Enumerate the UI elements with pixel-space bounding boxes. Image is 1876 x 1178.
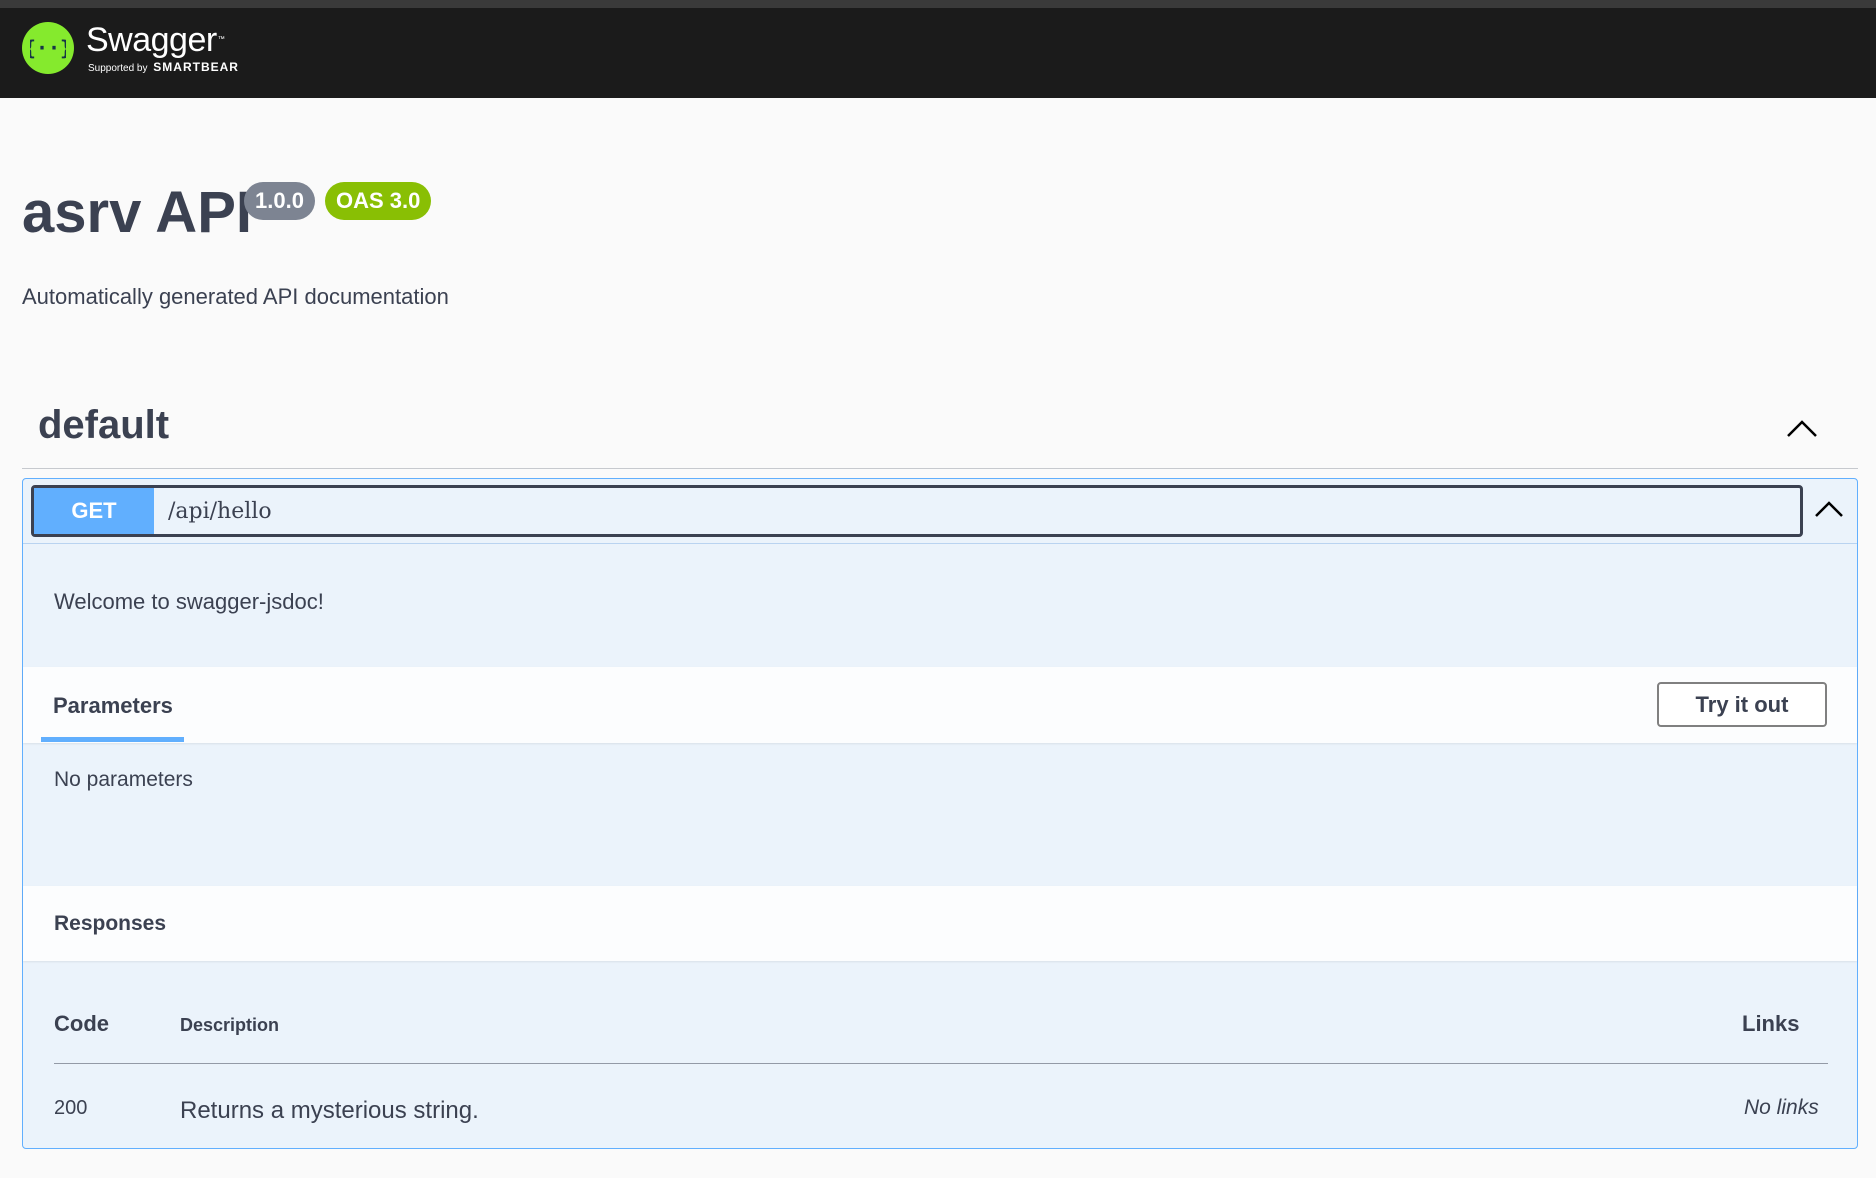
operation-summary[interactable]: GET /api/hello: [31, 485, 1803, 537]
tab-parameters[interactable]: Parameters: [41, 667, 185, 743]
operation-divider: [23, 543, 1857, 544]
tab-underline: [41, 737, 184, 742]
api-description: Automatically generated API documentatio…: [22, 284, 449, 309]
logo-brand: SMARTBEAR: [153, 60, 239, 74]
no-parameters-text: No parameters: [54, 768, 193, 791]
swagger-logo[interactable]: {··} Swagger™ Supported by SMARTBEAR: [22, 22, 239, 76]
swagger-logo-icon: {··}: [22, 22, 74, 74]
chevron-up-icon[interactable]: [1784, 414, 1820, 444]
tag-title[interactable]: default: [38, 403, 169, 448]
version-badge: 1.0.0: [244, 182, 315, 220]
logo-supported-by: Supported by: [88, 63, 148, 74]
topbar: {··} Swagger™ Supported by SMARTBEAR: [0, 0, 1876, 98]
response-code: 200: [54, 1097, 88, 1119]
responses-header: Responses: [23, 886, 1857, 961]
response-links: No links: [1744, 1096, 1819, 1119]
oas-badge: OAS 3.0: [325, 182, 432, 220]
svg-text:{··}: {··}: [30, 36, 66, 60]
chevron-up-icon[interactable]: [1811, 495, 1847, 525]
column-header-code: Code: [54, 1011, 109, 1036]
api-title: asrv API: [22, 180, 252, 245]
method-badge: GET: [34, 488, 154, 534]
operation-path: /api/hello: [168, 498, 272, 524]
tag-divider: [22, 468, 1858, 469]
logo-trademark: ™: [217, 36, 225, 43]
column-header-description: Description: [180, 1015, 280, 1035]
logo-name: Swagger: [86, 21, 217, 59]
parameters-header: Parameters Try it out: [23, 667, 1857, 743]
column-header-links: Links: [1742, 1011, 1800, 1036]
operation-description: Welcome to swagger-jsdoc!: [54, 589, 324, 614]
try-it-out-button[interactable]: Try it out: [1657, 682, 1827, 727]
response-description: Returns a mysterious string.: [180, 1097, 479, 1124]
table-header-divider: [54, 1063, 1828, 1064]
operation-block: GET /api/hello Welcome to swagger-jsdoc!…: [22, 478, 1858, 1149]
responses-title: Responses: [54, 912, 167, 935]
